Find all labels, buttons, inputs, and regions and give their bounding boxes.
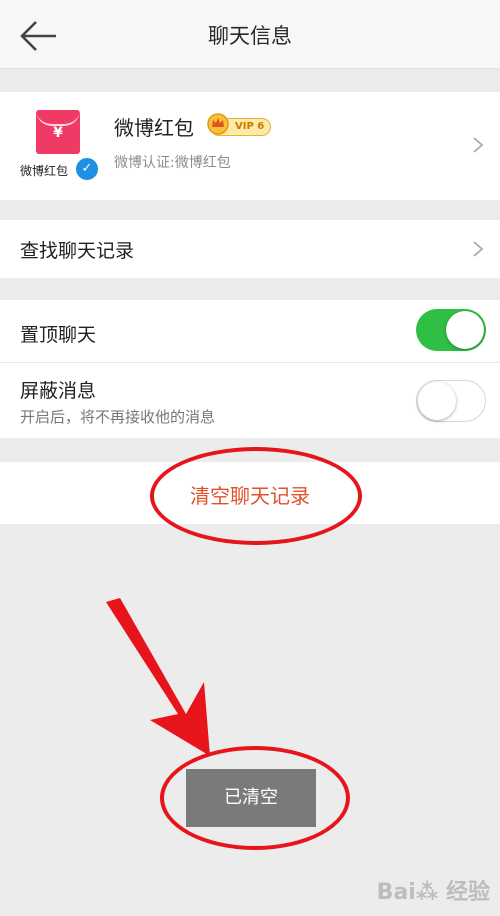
annotation-circle <box>150 447 362 545</box>
mute-messages-toggle[interactable] <box>416 380 486 422</box>
chevron-right-icon <box>473 137 484 153</box>
avatar: ¥ 微博红包 ✓ <box>20 106 102 186</box>
toggle-knob <box>446 311 484 349</box>
settings-group: 置顶聊天 屏蔽消息 开启后，将不再接收他的消息 <box>0 300 500 438</box>
divider <box>0 362 500 363</box>
verified-icon: ✓ <box>74 156 100 182</box>
search-chat-history-row[interactable]: 查找聊天记录 <box>0 220 500 278</box>
annotation-circle <box>160 746 350 850</box>
profile-card[interactable]: ¥ 微博红包 ✓ 微博红包 微博认证:微博红包 <box>0 92 500 200</box>
profile-verification: 微博认证:微博红包 <box>114 155 231 171</box>
watermark: Bai⁂ 经验 <box>376 880 490 905</box>
title-bar: 聊天信息 <box>0 0 500 69</box>
toggle-knob <box>418 382 456 420</box>
chevron-right-icon <box>473 241 484 257</box>
pin-chat-label: 置顶聊天 <box>20 324 97 346</box>
page-title: 聊天信息 <box>208 24 292 48</box>
mute-messages-label: 屏蔽消息 <box>20 380 97 402</box>
mute-messages-description: 开启后，将不再接收他的消息 <box>20 408 216 426</box>
back-button[interactable] <box>16 18 62 54</box>
profile-name: 微博红包 <box>114 116 194 140</box>
search-chat-history-label: 查找聊天记录 <box>20 240 135 262</box>
vip-badge: VIP 6 <box>207 113 272 136</box>
arrow-left-icon <box>20 21 56 51</box>
pin-chat-toggle[interactable] <box>416 309 486 351</box>
annotation-arrow-icon <box>106 598 210 756</box>
crown-icon <box>207 113 229 135</box>
avatar-caption: 微博红包 <box>20 164 69 178</box>
red-envelope-icon: ¥ <box>36 110 80 154</box>
